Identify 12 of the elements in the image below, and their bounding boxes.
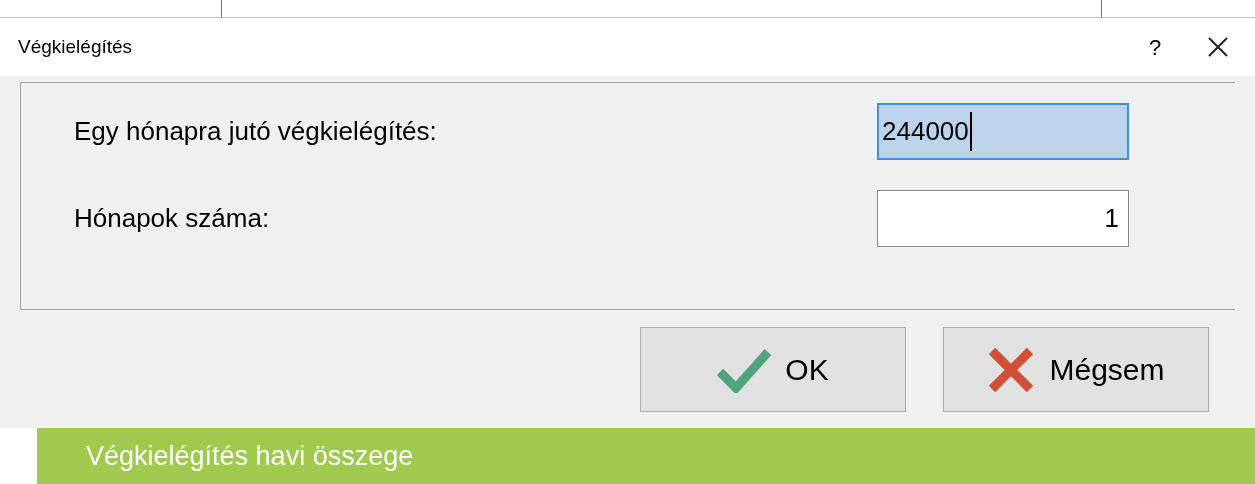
ok-button[interactable]: OK <box>640 327 906 412</box>
close-icon[interactable] <box>1207 36 1229 58</box>
cross-icon <box>987 345 1036 394</box>
input-field[interactable]: 244000 <box>877 103 1129 160</box>
field-label: Hónapok száma: <box>74 202 270 235</box>
checkmark-icon <box>717 346 772 393</box>
field-label: Egy hónapra jutó végkielégítés: <box>74 115 437 148</box>
window-title: Végkielégítés <box>18 34 133 59</box>
input-field[interactable]: 1 <box>877 190 1129 247</box>
cancel-button[interactable]: Mégsem <box>943 327 1209 412</box>
help-button[interactable]: ? <box>1135 30 1175 64</box>
caption-text: Végkielégítés havi összege <box>86 439 414 473</box>
